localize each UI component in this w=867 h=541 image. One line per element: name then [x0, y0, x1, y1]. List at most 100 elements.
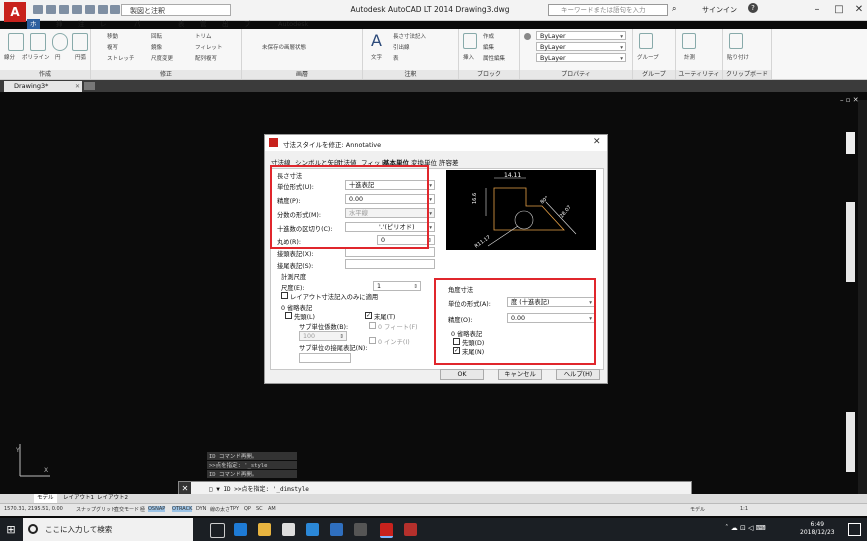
- taskbar-search-input[interactable]: ここに入力して検索: [23, 518, 193, 541]
- tab-home[interactable]: ホーム: [27, 19, 40, 48]
- linear-dim-button[interactable]: 長さ寸法記入: [393, 32, 426, 40]
- match-properties-icon[interactable]: [524, 33, 531, 40]
- dialog-title-bar[interactable]: 寸法スタイルを修正: Annotative ✕: [265, 135, 607, 151]
- tab-autodesk360[interactable]: Autodesk 360: [275, 19, 311, 38]
- mail-icon[interactable]: [282, 523, 295, 536]
- store-icon[interactable]: [306, 523, 319, 536]
- taskbar-clock[interactable]: 6:49 2018/12/23: [800, 521, 835, 537]
- explorer-icon[interactable]: [258, 523, 271, 536]
- tab-model[interactable]: モデル: [34, 494, 57, 503]
- sc-toggle[interactable]: SC: [256, 506, 263, 512]
- new-tab-icon[interactable]: [84, 82, 95, 90]
- linetype-select[interactable]: ByLayer ▾: [536, 53, 626, 62]
- save-icon[interactable]: [59, 5, 69, 14]
- modify-panel-title[interactable]: 修正: [91, 70, 241, 79]
- sub-units-factor-input[interactable]: 100 ⇕: [299, 331, 347, 341]
- mirror-button[interactable]: 鏡像: [151, 43, 162, 51]
- tab-insert[interactable]: 挿入: [53, 19, 66, 38]
- tpy-toggle[interactable]: TPY: [230, 506, 239, 512]
- help-icon[interactable]: ?: [748, 3, 758, 13]
- move-button[interactable]: 移動: [107, 32, 118, 40]
- help-button[interactable]: ヘルプ(H): [556, 369, 600, 380]
- ok-button[interactable]: OK: [440, 369, 484, 380]
- table-button[interactable]: 表: [393, 54, 399, 62]
- measure-icon[interactable]: [682, 33, 696, 49]
- polyline-icon[interactable]: [30, 33, 46, 51]
- arc-icon[interactable]: [72, 33, 88, 51]
- scale-button[interactable]: 尺度変更: [151, 54, 173, 62]
- file-tab-drawing3[interactable]: Drawing3* ✕: [4, 81, 82, 92]
- draw-panel-title[interactable]: 作成: [0, 70, 90, 79]
- app2-icon[interactable]: [354, 523, 367, 536]
- osnap-toggle[interactable]: OSNAP: [148, 506, 166, 512]
- paste-icon[interactable]: [729, 33, 743, 49]
- copy-button[interactable]: 複写: [107, 43, 118, 51]
- insert-block-icon[interactable]: [463, 33, 477, 49]
- task-view-icon[interactable]: [210, 523, 225, 538]
- snap-toggle[interactable]: スナップ: [76, 506, 96, 513]
- layer-state-select[interactable]: 未保存の画層状態: [262, 43, 306, 51]
- close-icon[interactable]: ✕: [75, 81, 80, 92]
- polar-toggle[interactable]: 極: [140, 506, 145, 513]
- tab-annotate[interactable]: 注釈: [75, 19, 88, 38]
- stretch-button[interactable]: ストレッチ: [107, 54, 135, 62]
- notification-icon[interactable]: [848, 523, 861, 536]
- lineweight-toggle[interactable]: 線の太さ: [210, 506, 230, 513]
- leader-button[interactable]: 引出線: [393, 43, 410, 51]
- vertical-scrollbar[interactable]: [858, 100, 867, 495]
- dyn-toggle[interactable]: DYN: [196, 506, 206, 512]
- leading-zero-checkbox[interactable]: [285, 312, 292, 319]
- group-icon[interactable]: [639, 33, 653, 49]
- tab-view[interactable]: 表示: [175, 19, 188, 38]
- array-button[interactable]: 配列複写: [195, 54, 217, 62]
- tab-manage[interactable]: 管理: [197, 19, 210, 38]
- annotation-panel-title[interactable]: 注釈: [363, 70, 458, 79]
- search-input[interactable]: キーワードまたは語句を入力: [548, 4, 668, 16]
- trailing-zero-checkbox[interactable]: ✓: [365, 312, 372, 319]
- palette-toolbar[interactable]: [846, 132, 855, 154]
- circle-icon[interactable]: [52, 33, 68, 51]
- signin-button[interactable]: サインイン: [702, 5, 737, 15]
- redo-icon[interactable]: [110, 5, 120, 14]
- binoculars-icon[interactable]: ⌕: [672, 4, 676, 14]
- group-panel-title[interactable]: グループ: [633, 70, 675, 79]
- qp-toggle[interactable]: QP: [244, 506, 251, 512]
- suffix-input[interactable]: [345, 259, 435, 269]
- model-space-button[interactable]: モデル: [690, 506, 705, 513]
- tab-layout1[interactable]: レイアウト1: [60, 494, 97, 503]
- clipboard-panel-title[interactable]: クリップボード: [723, 70, 771, 79]
- am-toggle[interactable]: AM: [268, 506, 276, 512]
- autocad-taskbar-icon[interactable]: [380, 523, 393, 538]
- new-icon[interactable]: [33, 5, 43, 14]
- app-icon[interactable]: [330, 523, 343, 536]
- scale-factor-input[interactable]: 1 ⇕: [373, 281, 421, 291]
- maximize-button[interactable]: □: [828, 2, 850, 18]
- zero-inches-checkbox[interactable]: [369, 337, 376, 344]
- utilities-panel-title[interactable]: ユーティリティ: [676, 70, 722, 79]
- workspace-select[interactable]: 製図と注釈: [121, 4, 231, 16]
- open-icon[interactable]: [46, 5, 56, 14]
- layer-properties-palette-tab[interactable]: [846, 202, 855, 282]
- properties-palette-tab[interactable]: [846, 412, 855, 472]
- zero-feet-checkbox[interactable]: [369, 322, 376, 329]
- color-select[interactable]: ByLayer ▾: [536, 31, 626, 40]
- create-block-button[interactable]: 作成: [483, 32, 494, 40]
- edit-block-button[interactable]: 編集: [483, 43, 494, 51]
- tab-tolerances[interactable]: 許容差: [439, 157, 459, 167]
- text-icon[interactable]: A: [371, 31, 382, 50]
- system-tray-icon[interactable]: ˆ ☁ ⊡ ◁ ⌨: [725, 524, 766, 532]
- close-button[interactable]: ✕: [848, 2, 867, 18]
- tab-output[interactable]: 出力: [219, 19, 232, 38]
- minimize-button[interactable]: –: [806, 2, 828, 18]
- command-input[interactable]: □ ▼ ID >>点を指定: '_dimstyle: [209, 484, 309, 493]
- application-menu-button[interactable]: A: [4, 2, 26, 22]
- properties-panel-title[interactable]: プロパティ: [520, 70, 632, 79]
- rotate-button[interactable]: 回転: [151, 32, 162, 40]
- edge-icon[interactable]: [234, 523, 247, 536]
- annotation-scale-select[interactable]: 1:1: [740, 506, 748, 512]
- layout-only-checkbox[interactable]: [281, 292, 288, 299]
- viewport-controls-icon[interactable]: – ▫ ✕: [840, 96, 859, 104]
- edit-attribute-button[interactable]: 属性編集: [483, 54, 505, 62]
- grid-toggle[interactable]: グリッド: [96, 506, 116, 513]
- layers-panel-title[interactable]: 画層: [242, 70, 362, 79]
